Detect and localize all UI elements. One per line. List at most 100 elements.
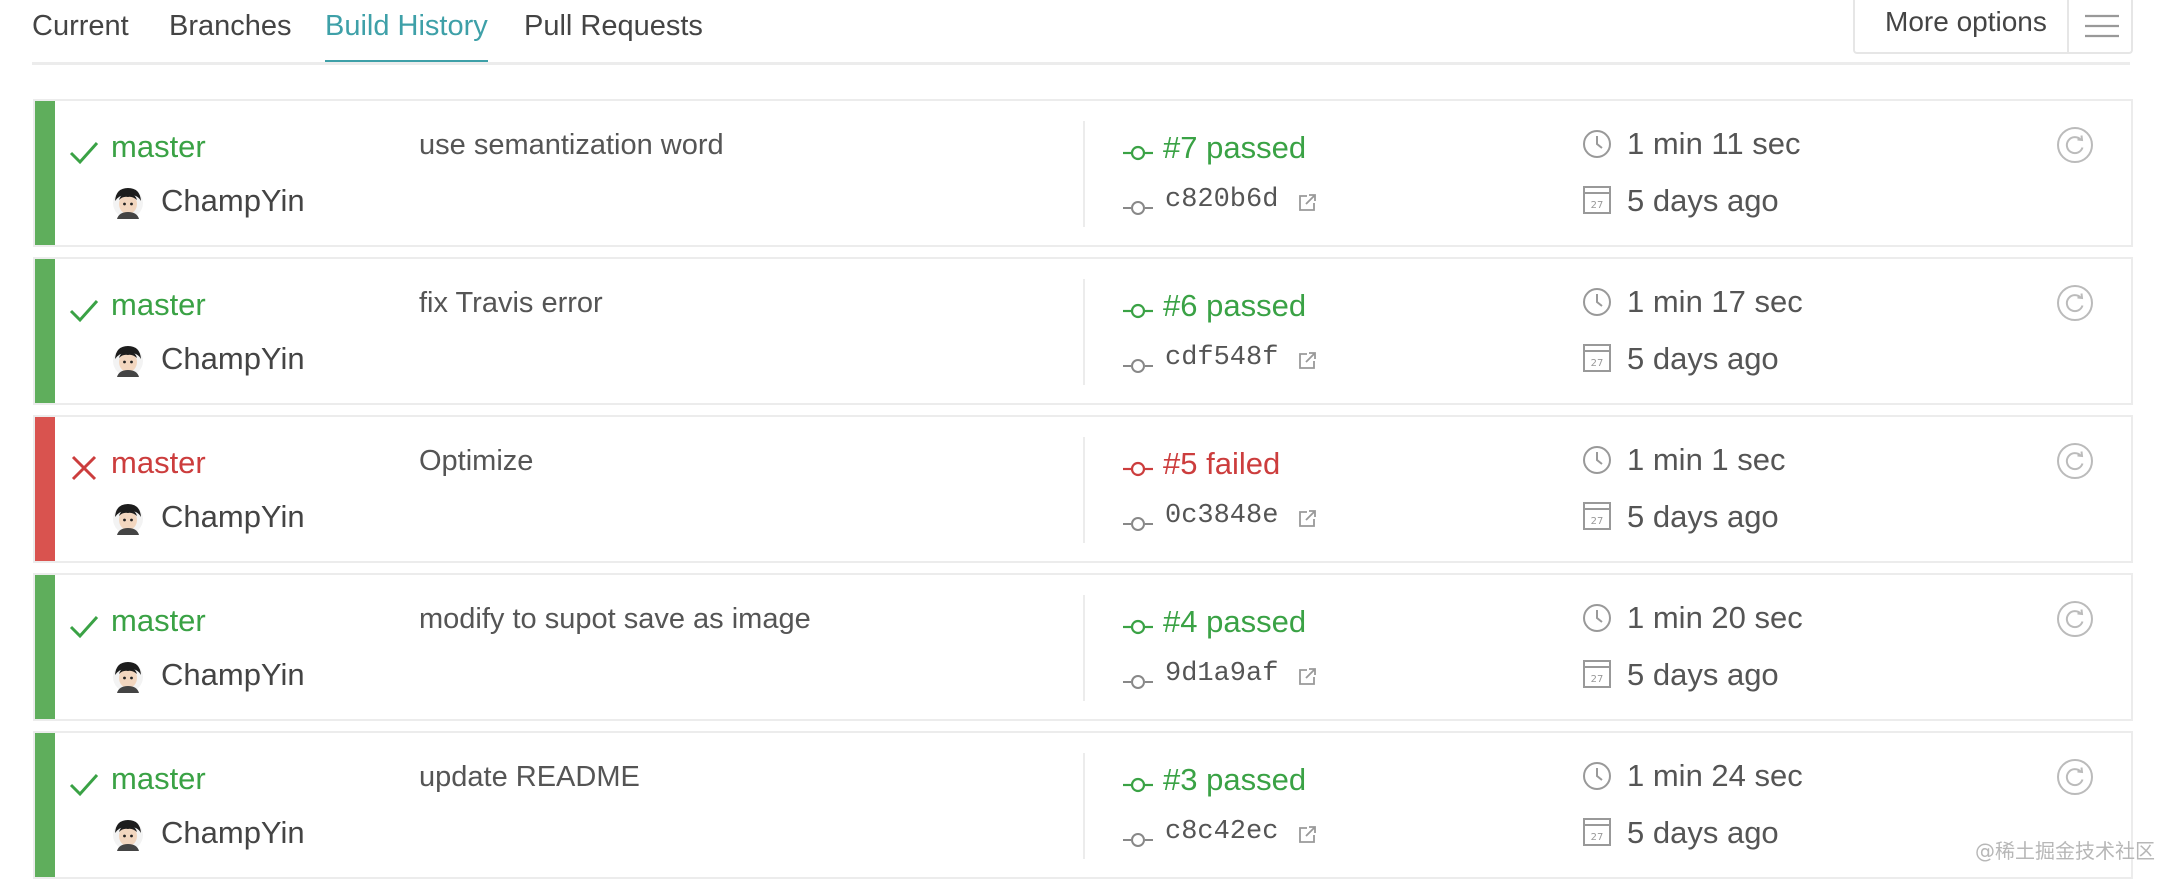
- build-number-link[interactable]: #4 passed: [1163, 604, 1306, 640]
- hamburger-menu-icon[interactable]: [2077, 8, 2125, 44]
- tab-pull-requests[interactable]: Pull Requests: [524, 10, 703, 43]
- build-status-stripe: [35, 259, 55, 403]
- build-number-link[interactable]: #7 passed: [1163, 130, 1306, 166]
- author-name: ChampYin: [161, 657, 305, 692]
- author-avatar: [113, 188, 143, 219]
- author-avatar: [113, 662, 143, 693]
- clock-icon: [1583, 446, 1611, 474]
- commit-icon: [1123, 145, 1153, 161]
- build-duration: 1 min 11 sec: [1627, 126, 1801, 161]
- build-number-link[interactable]: #6 passed: [1163, 288, 1306, 324]
- watermark: @稀土掘金技术社区: [1975, 839, 2155, 863]
- author-name: ChampYin: [161, 815, 305, 850]
- more-options-button[interactable]: More options: [1853, 0, 2133, 54]
- clock-icon: [1583, 762, 1611, 790]
- branch-name[interactable]: master: [111, 445, 206, 481]
- commit-icon: [1123, 303, 1153, 319]
- more-options-separator: [2067, 0, 2069, 52]
- author-name: ChampYin: [161, 183, 305, 218]
- author-name: ChampYin: [161, 341, 305, 376]
- external-link-icon[interactable]: [1296, 666, 1318, 688]
- commit-icon: [1123, 777, 1153, 793]
- author-avatar: [113, 346, 143, 377]
- commit-hash-icon: [1123, 359, 1153, 373]
- commit-sha-link[interactable]: 0c3848e: [1165, 501, 1278, 531]
- commit-hash-icon: [1123, 675, 1153, 689]
- more-options-label: More options: [1885, 6, 2047, 37]
- row-divider: [1083, 279, 1085, 385]
- restart-build-icon[interactable]: [2055, 125, 2095, 165]
- commit-message: use semantization word: [419, 129, 724, 161]
- build-row[interactable]: master ChampYin use semantization word #…: [33, 99, 2133, 247]
- failed-x-icon: [71, 455, 97, 481]
- calendar-icon: 27: [1583, 660, 1611, 688]
- external-link-icon[interactable]: [1296, 192, 1318, 214]
- build-row[interactable]: master ChampYin Optimize #5 failed 0c384…: [33, 415, 2133, 563]
- commit-message: update README: [419, 761, 640, 793]
- build-number-link[interactable]: #5 failed: [1163, 446, 1280, 482]
- clock-icon: [1583, 130, 1611, 158]
- branch-name[interactable]: master: [111, 603, 206, 639]
- calendar-icon: 27: [1583, 818, 1611, 846]
- svg-text:27: 27: [1591, 674, 1604, 685]
- commit-message: modify to supot save as image: [419, 603, 811, 635]
- build-row[interactable]: master ChampYin update README #3 passed …: [33, 731, 2133, 879]
- external-link-icon[interactable]: [1296, 350, 1318, 372]
- build-row[interactable]: master ChampYin modify to supot save as …: [33, 573, 2133, 721]
- tab-bar-divider: [32, 62, 2130, 65]
- branch-name[interactable]: master: [111, 287, 206, 323]
- tab-bar: Current Branches Build History Pull Requ…: [0, 0, 2162, 66]
- build-row[interactable]: master ChampYin fix Travis error #6 pass…: [33, 257, 2133, 405]
- commit-sha-link[interactable]: 9d1a9af: [1165, 659, 1278, 689]
- row-divider: [1083, 753, 1085, 859]
- passed-check-icon: [69, 299, 99, 323]
- build-number-link[interactable]: #3 passed: [1163, 762, 1306, 798]
- restart-build-icon[interactable]: [2055, 599, 2095, 639]
- clock-icon: [1583, 604, 1611, 632]
- commit-hash-icon: [1123, 201, 1153, 215]
- external-link-icon[interactable]: [1296, 824, 1318, 846]
- row-divider: [1083, 595, 1085, 701]
- external-link-icon[interactable]: [1296, 508, 1318, 530]
- calendar-icon: 27: [1583, 186, 1611, 214]
- tab-branches[interactable]: Branches: [169, 10, 292, 43]
- clock-icon: [1583, 288, 1611, 316]
- calendar-icon: 27: [1583, 344, 1611, 372]
- restart-build-icon[interactable]: [2055, 283, 2095, 323]
- commit-icon: [1123, 619, 1153, 635]
- tab-build-history[interactable]: Build History: [325, 10, 488, 64]
- passed-check-icon: [69, 773, 99, 797]
- commit-sha-link[interactable]: c8c42ec: [1165, 817, 1278, 847]
- svg-text:27: 27: [1591, 832, 1604, 843]
- row-divider: [1083, 437, 1085, 543]
- finished-time: 5 days ago: [1627, 499, 1779, 534]
- finished-time: 5 days ago: [1627, 815, 1779, 850]
- author-avatar: [113, 504, 143, 535]
- build-status-stripe: [35, 101, 55, 245]
- commit-sha-link[interactable]: c820b6d: [1165, 185, 1278, 215]
- branch-name[interactable]: master: [111, 129, 206, 165]
- tab-current[interactable]: Current: [32, 10, 129, 43]
- build-status-stripe: [35, 733, 55, 877]
- passed-check-icon: [69, 615, 99, 639]
- commit-hash-icon: [1123, 833, 1153, 847]
- build-status-stripe: [35, 575, 55, 719]
- commit-icon: [1123, 461, 1153, 477]
- row-divider: [1083, 121, 1085, 227]
- commit-sha-link[interactable]: cdf548f: [1165, 343, 1278, 373]
- build-duration: 1 min 24 sec: [1627, 758, 1803, 793]
- branch-name[interactable]: master: [111, 761, 206, 797]
- author-avatar: [113, 820, 143, 851]
- author-name: ChampYin: [161, 499, 305, 534]
- commit-message: Optimize: [419, 445, 534, 477]
- commit-hash-icon: [1123, 517, 1153, 531]
- passed-check-icon: [69, 141, 99, 165]
- svg-text:27: 27: [1591, 516, 1604, 527]
- svg-text:27: 27: [1591, 200, 1604, 211]
- svg-text:27: 27: [1591, 358, 1604, 369]
- finished-time: 5 days ago: [1627, 341, 1779, 376]
- build-duration: 1 min 20 sec: [1627, 600, 1803, 635]
- restart-build-icon[interactable]: [2055, 441, 2095, 481]
- restart-build-icon[interactable]: [2055, 757, 2095, 797]
- finished-time: 5 days ago: [1627, 183, 1779, 218]
